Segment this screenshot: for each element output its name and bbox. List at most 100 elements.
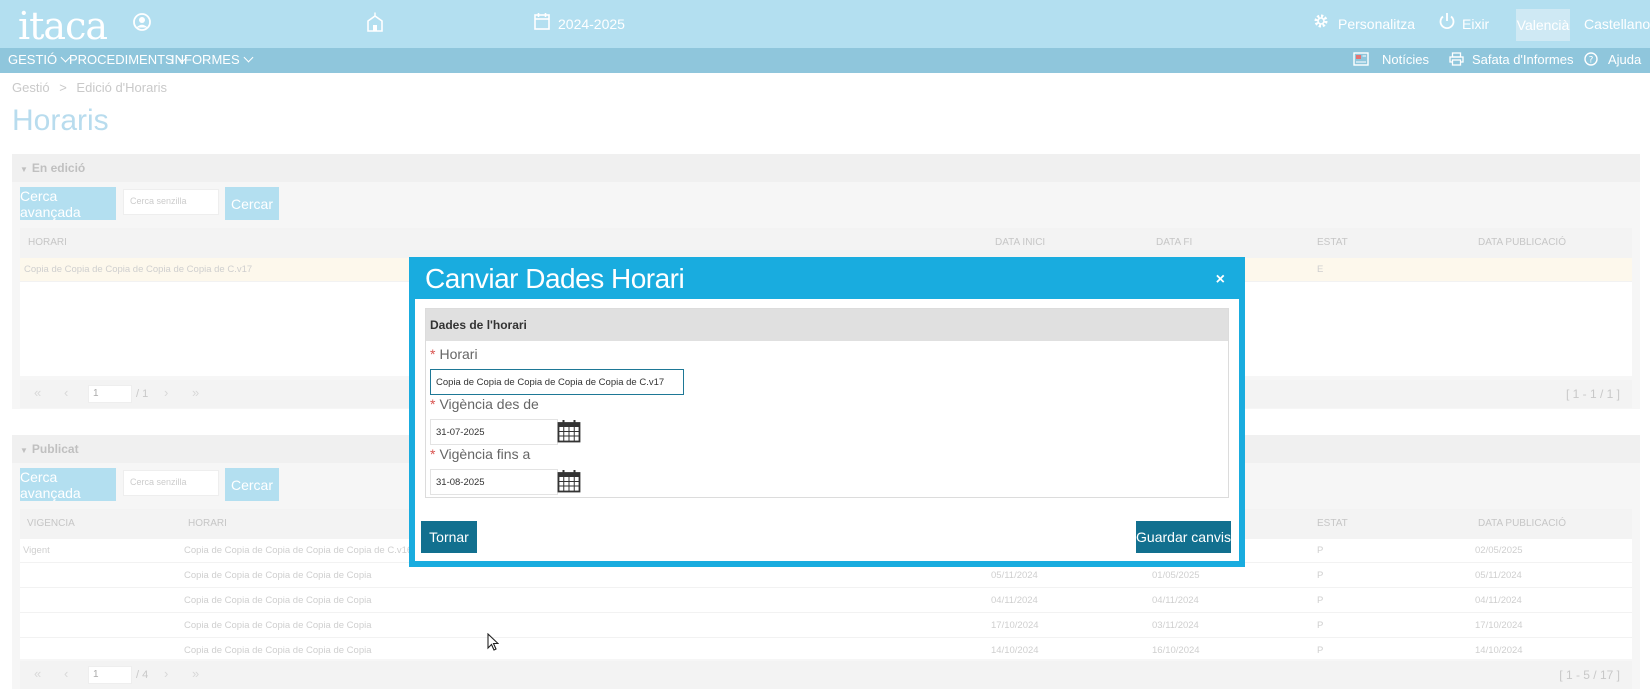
save-changes-button[interactable]: Guardar canvis xyxy=(1136,521,1231,553)
editing-advanced-search-button[interactable]: Cerca avançada xyxy=(20,187,116,220)
prev-page-icon[interactable]: ‹ xyxy=(64,666,68,681)
user-circle-icon[interactable] xyxy=(132,12,152,38)
menu-informes[interactable]: INFORMES xyxy=(171,52,254,67)
from-label: * Vigència des de xyxy=(430,396,539,412)
published-section-title: Publicat xyxy=(31,442,79,456)
breadcrumb-current: Edició d'Horaris xyxy=(76,80,168,95)
close-icon[interactable]: × xyxy=(1216,271,1225,289)
calendar-icon[interactable] xyxy=(557,419,581,443)
exit-link[interactable]: Eixir xyxy=(1462,16,1489,32)
editing-section-title: En edició xyxy=(31,161,86,175)
record-count: [ 1 - 5 / 17 ] xyxy=(1559,668,1620,682)
cell-data-fi: 01/05/2025 xyxy=(1152,570,1200,581)
published-advanced-search-button[interactable]: Cerca avançada xyxy=(20,468,116,501)
breadcrumb-separator-icon: > xyxy=(59,80,67,95)
cell-data-publicacio: 04/11/2024 xyxy=(1475,595,1522,606)
next-page-icon[interactable]: › xyxy=(164,666,168,681)
first-page-icon[interactable]: « xyxy=(34,385,41,400)
cell-data-fi: 04/11/2024 xyxy=(1152,595,1199,606)
cell-data-publicacio: 17/10/2024 xyxy=(1475,620,1523,631)
cell-data-publicacio: 05/11/2024 xyxy=(1475,570,1522,581)
menu-informes-label: INFORMES xyxy=(171,52,240,67)
mouse-cursor-icon xyxy=(487,632,500,656)
col-data-publicacio[interactable]: DATA PUBLICACIÓ xyxy=(1478,518,1566,529)
top-header: itaca 2024-2025 Personalitza Eixir Valen… xyxy=(0,0,1650,48)
published-search-button[interactable]: Cercar xyxy=(225,468,279,501)
editing-section-header[interactable]: ▼ En edició xyxy=(12,154,1640,182)
page-input[interactable]: 1 xyxy=(88,385,132,403)
gear-icon[interactable] xyxy=(1312,12,1330,36)
cell-estat: P xyxy=(1317,595,1324,606)
cell-data-publicacio: 14/10/2024 xyxy=(1475,645,1523,656)
report-tray-link[interactable]: Safata d'Informes xyxy=(1472,52,1573,67)
record-count: [ 1 - 1 / 1 ] xyxy=(1565,387,1620,401)
prev-page-icon[interactable]: ‹ xyxy=(64,385,68,400)
page-input[interactable]: 1 xyxy=(88,666,132,684)
power-icon[interactable] xyxy=(1438,12,1456,36)
to-label-text: Vigència fins a xyxy=(439,446,531,462)
from-date-input[interactable]: 31-07-2025 xyxy=(430,419,558,445)
table-row[interactable]: Copia de Copia de Copia de Copia de Copi… xyxy=(20,589,1632,613)
cell-data-inici: 05/11/2024 xyxy=(991,570,1038,581)
table-row[interactable]: Copia de Copia de Copia de Copia de Copi… xyxy=(20,564,1632,588)
calendar-icon[interactable] xyxy=(534,12,550,36)
first-page-icon[interactable]: « xyxy=(34,666,41,681)
last-page-icon[interactable]: » xyxy=(192,666,199,681)
back-button[interactable]: Tornar xyxy=(421,521,477,553)
news-link[interactable]: Notícies xyxy=(1382,52,1429,67)
page-total: / 1 xyxy=(136,388,149,400)
horari-input[interactable]: Copia de Copia de Copia de Copia de Copi… xyxy=(430,369,684,395)
editing-table-header: HORARI DATA INICI DATA FI ESTAT DATA PUB… xyxy=(20,228,1632,258)
required-mark: * xyxy=(430,346,436,362)
editing-search-input[interactable]: Cerca senzilla xyxy=(123,189,219,215)
cell-horari: Copia de Copia de Copia de Copia de Copi… xyxy=(184,645,372,656)
cell-estat: P xyxy=(1317,570,1324,581)
last-page-icon[interactable]: » xyxy=(192,385,199,400)
fieldset-title: Dades de l'horari xyxy=(426,309,1228,341)
editing-search-button[interactable]: Cercar xyxy=(225,187,279,220)
col-vigencia[interactable]: VIGENCIA xyxy=(27,518,75,529)
col-estat[interactable]: ESTAT xyxy=(1317,518,1348,529)
cell-estat: P xyxy=(1317,620,1324,631)
col-data-publicacio[interactable]: DATA PUBLICACIÓ xyxy=(1478,237,1566,248)
published-search-input[interactable]: Cerca senzilla xyxy=(123,470,219,496)
menu-procediments-label: PROCEDIMENTS xyxy=(69,52,174,67)
app-logo[interactable]: itaca xyxy=(18,4,108,48)
cell-horari: Copia de Copia de Copia de Copia de Copi… xyxy=(184,595,372,606)
table-row[interactable]: Copia de Copia de Copia de Copia de Copi… xyxy=(20,614,1632,638)
lang-castellano[interactable]: Castellano xyxy=(1584,16,1650,32)
cell-data-inici: 17/10/2024 xyxy=(991,620,1039,631)
menu-gestio[interactable]: GESTIÓ xyxy=(8,52,71,67)
personalize-link[interactable]: Personalitza xyxy=(1338,16,1415,32)
cell-estat: E xyxy=(1317,264,1324,275)
to-date-input[interactable]: 31-08-2025 xyxy=(430,469,558,495)
cell-data-fi: 03/11/2024 xyxy=(1152,620,1199,631)
edit-schedule-dialog: Canviar Dades Horari × Dades de l'horari… xyxy=(409,257,1245,567)
collapse-triangle-icon: ▼ xyxy=(20,446,28,455)
col-horari[interactable]: HORARI xyxy=(188,518,227,529)
help-link[interactable]: Ajuda xyxy=(1608,52,1641,67)
menu-procediments[interactable]: PROCEDIMENTS xyxy=(69,52,188,67)
next-page-icon[interactable]: › xyxy=(164,385,168,400)
school-icon[interactable] xyxy=(366,12,384,38)
cell-horari: Copia de Copia de Copia de Copia de Copi… xyxy=(184,545,413,556)
breadcrumb-root[interactable]: Gestió xyxy=(12,80,50,95)
col-data-inici[interactable]: DATA INICI xyxy=(995,237,1045,248)
dialog-body: Dades de l'horari * Horari Copia de Copia… xyxy=(415,299,1239,561)
lang-valencia[interactable]: Valencià xyxy=(1516,9,1570,41)
col-estat[interactable]: ESTAT xyxy=(1317,237,1348,248)
news-icon[interactable] xyxy=(1353,52,1369,69)
cell-horari: Copia de Copia de Copia de Copia de Copi… xyxy=(184,620,372,631)
help-icon[interactable]: ? xyxy=(1584,52,1598,69)
menu-gestio-label: GESTIÓ xyxy=(8,52,58,67)
cell-data-inici: 14/10/2024 xyxy=(991,645,1039,656)
calendar-icon[interactable] xyxy=(557,469,581,493)
school-year[interactable]: 2024-2025 xyxy=(558,16,625,32)
printer-icon[interactable] xyxy=(1449,52,1464,69)
breadcrumb: Gestió > Edició d'Horaris xyxy=(12,80,167,95)
schedule-fieldset: Dades de l'horari * Horari Copia de Copia… xyxy=(425,308,1229,498)
cell-data-fi: 16/10/2024 xyxy=(1152,645,1200,656)
table-row[interactable]: Copia de Copia de Copia de Copia de Copi… xyxy=(20,639,1632,663)
col-horari[interactable]: HORARI xyxy=(28,237,67,248)
col-data-fi[interactable]: DATA FI xyxy=(1156,237,1192,248)
